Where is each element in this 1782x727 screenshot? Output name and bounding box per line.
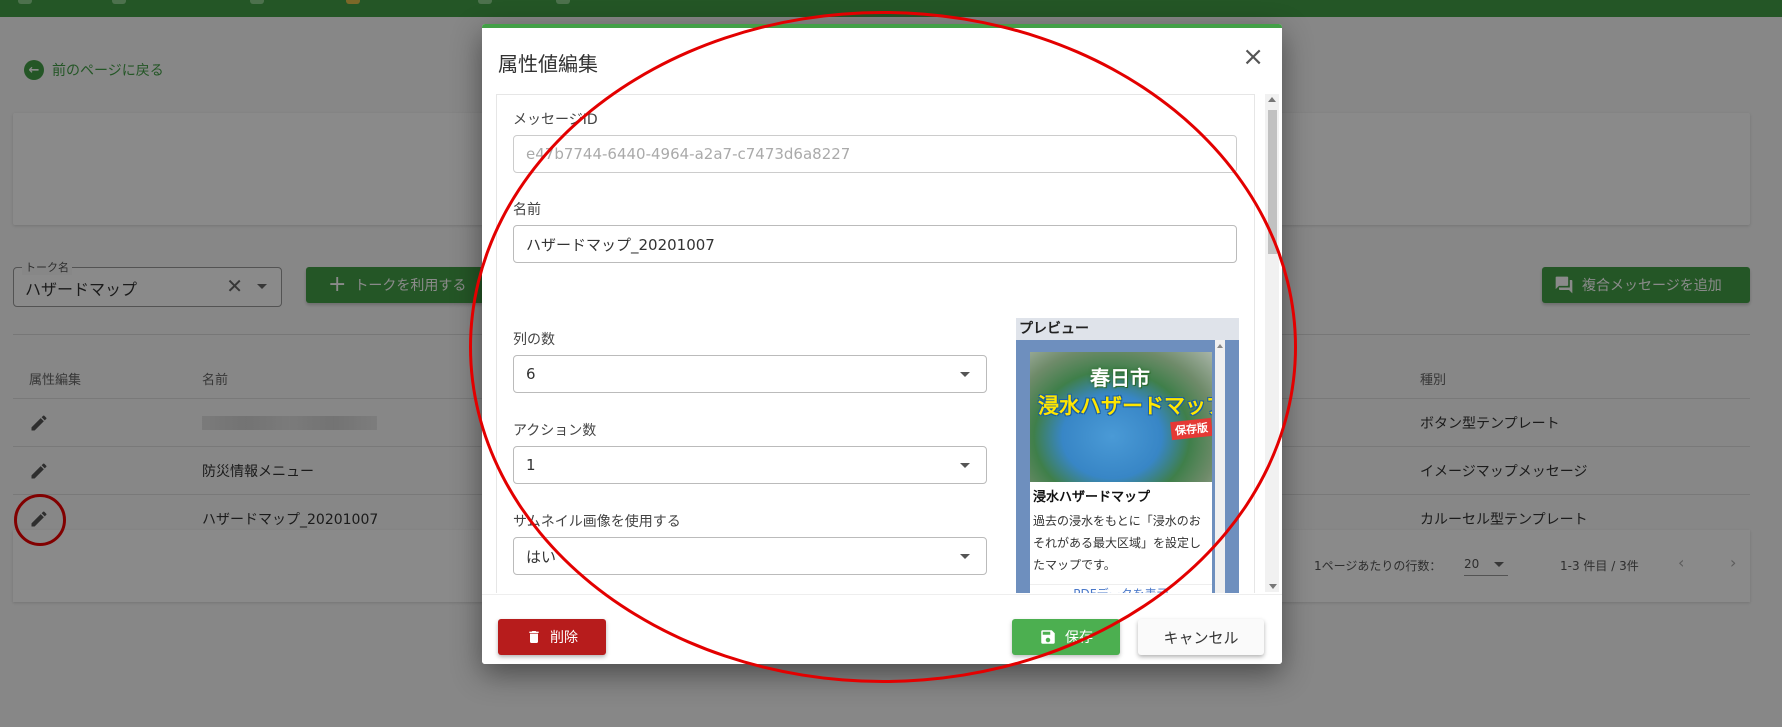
preview-label: プレビュー: [1016, 318, 1239, 340]
columns-select[interactable]: 6: [513, 355, 987, 393]
actions-select[interactable]: 1: [513, 446, 987, 484]
thumbnail-value: はい: [526, 547, 557, 566]
trash-icon: [529, 631, 539, 643]
delete-button[interactable]: 削除: [498, 619, 606, 655]
actions-label: アクション数: [513, 423, 597, 439]
floppy-disk-icon: [1041, 630, 1055, 644]
dialog-form: メッセージID e47b7744-6440-4964-a2a7-c7473d6a…: [496, 94, 1255, 593]
preview-scrollbar[interactable]: [1215, 340, 1225, 593]
columns-label: 列の数: [513, 332, 555, 348]
message-id-field: e47b7744-6440-4964-a2a7-c7473d6a8227: [513, 135, 1237, 173]
scroll-up-icon: [1217, 344, 1223, 348]
scrollbar-thumb[interactable]: [1268, 110, 1277, 254]
delete-label: 削除: [550, 630, 578, 646]
image-city-text: 春日市: [1090, 366, 1150, 390]
columns-value: 6: [526, 365, 536, 383]
image-title-text: 浸水ハザードマップ: [1038, 394, 1212, 418]
dialog-scrollbar[interactable]: [1265, 94, 1279, 592]
carousel-card: 春日市 浸水ハザードマップ 保存版 浸水ハザードマップ 過去の浸水をもとに「浸水…: [1030, 352, 1212, 593]
thumbnail-label: サムネイル画像を使用する: [513, 514, 681, 530]
save-button[interactable]: 保存: [1012, 619, 1120, 655]
card-action-link[interactable]: PDFデータを表示: [1030, 584, 1212, 593]
actions-value: 1: [526, 456, 536, 474]
chevron-down-icon: [960, 372, 970, 377]
cancel-button[interactable]: キャンセル: [1138, 619, 1264, 655]
dialog-accent-bar: [482, 24, 1282, 28]
scroll-down-icon[interactable]: [1269, 584, 1277, 589]
hazard-map-image: 春日市 浸水ハザードマップ 保存版: [1030, 352, 1212, 482]
scroll-up-icon[interactable]: [1268, 97, 1276, 102]
close-icon[interactable]: ×: [1242, 44, 1264, 70]
edit-attributes-dialog: 属性値編集 × メッセージID e47b7744-6440-4964-a2a7-…: [482, 24, 1282, 664]
thumbnail-select[interactable]: はい: [513, 537, 987, 575]
message-id-label: メッセージID: [513, 112, 598, 128]
name-field[interactable]: ハザードマップ_20201007: [513, 225, 1237, 263]
preview-panel: プレビュー 春日市 浸水ハザードマップ 保存版 浸水ハザードマップ 過去の浸水を…: [1016, 318, 1239, 593]
chevron-down-icon: [960, 463, 970, 468]
save-label: 保存: [1065, 630, 1093, 646]
dialog-footer: 削除 保存 キャンセル: [482, 594, 1282, 664]
card-text: 過去の浸水をもとに「浸水のおそれがある最大区域」を設定したマップです。: [1033, 514, 1202, 572]
image-stamp-text: 保存版: [1170, 417, 1212, 441]
card-title: 浸水ハザードマップ: [1033, 490, 1151, 505]
chevron-down-icon: [960, 554, 970, 559]
dialog-title: 属性値編集: [498, 52, 598, 76]
preview-frame: 春日市 浸水ハザードマップ 保存版 浸水ハザードマップ 過去の浸水をもとに「浸水…: [1016, 340, 1239, 593]
name-label: 名前: [513, 202, 541, 218]
